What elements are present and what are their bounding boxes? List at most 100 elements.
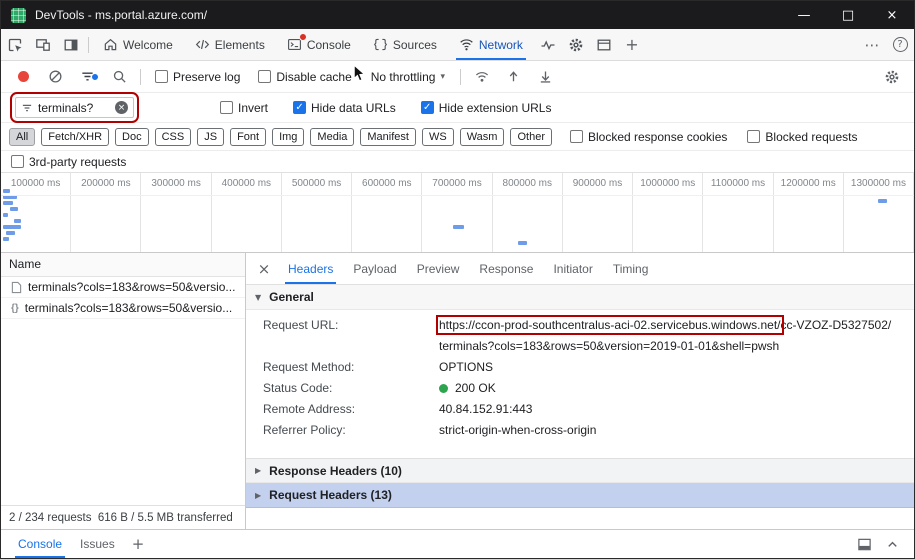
type-chip-manifest[interactable]: Manifest	[360, 127, 416, 146]
type-chip-media[interactable]: Media	[310, 127, 355, 146]
drawer-tab-issues[interactable]: Issues	[71, 530, 124, 558]
name-column-header[interactable]: Name	[1, 253, 245, 277]
help-icon[interactable]: ?	[886, 29, 914, 60]
general-row-value: https://ccon-prod-southcentralus-aci-02.…	[436, 315, 914, 357]
clear-button[interactable]	[41, 69, 69, 84]
home-icon	[103, 37, 118, 52]
timeline-overview[interactable]: 100000 ms 200000 ms 300000 ms 400000 ms 5000…	[1, 173, 914, 253]
record-icon	[17, 71, 29, 82]
tab-sources[interactable]: Sources	[362, 29, 448, 60]
tab-console[interactable]: Console	[276, 29, 362, 60]
export-har-icon[interactable]	[532, 69, 560, 84]
checkbox-icon[interactable]: ✓	[420, 101, 434, 114]
performance-icon[interactable]	[534, 29, 562, 60]
window-title: DevTools - ms.portal.azure.com/	[35, 8, 208, 22]
type-chip-wasm[interactable]: Wasm	[459, 127, 505, 146]
devtools-window: DevTools - ms.portal.azure.com/ — □ × We…	[0, 0, 915, 559]
timeline-bar	[3, 189, 10, 193]
detail-tab-preview[interactable]: Preview	[407, 253, 470, 284]
inspect-icon[interactable]	[1, 29, 29, 60]
close-details-icon[interactable]: ×	[250, 260, 278, 278]
add-drawer-tab-icon[interactable]: +	[124, 530, 153, 558]
general-row: Referrer Policy: strict-origin-when-cross…	[246, 420, 914, 441]
tab-network[interactable]: Network	[448, 29, 534, 60]
type-filter-row: All Fetch/XHR Doc CSS JS Font Img Media Manifest…	[1, 123, 914, 151]
close-button[interactable]: ×	[870, 1, 914, 29]
throttling-select[interactable]: No throttling ▾	[371, 70, 445, 84]
filter-button[interactable]	[73, 69, 101, 84]
detail-tab-initiator[interactable]: Initiator	[543, 253, 602, 284]
blocked-response-cookies-checkbox[interactable]: Blocked response cookies	[569, 130, 727, 144]
blocked-requests-checkbox[interactable]: Blocked requests	[747, 130, 857, 144]
disable-cache-checkbox[interactable]: Disable cache	[258, 70, 352, 84]
checkbox-icon[interactable]	[569, 130, 583, 143]
filter-row: terminals? × Invert ✓ Hide data URLs ✓ H…	[1, 92, 914, 123]
minimize-button[interactable]: —	[782, 1, 826, 29]
add-tab-icon[interactable]: +	[618, 29, 646, 60]
type-chip-img[interactable]: Img	[272, 127, 305, 146]
expand-drawer-icon[interactable]	[878, 537, 906, 552]
type-chip-fetch-xhr[interactable]: Fetch/XHR	[41, 127, 110, 146]
network-settings-gear-icon[interactable]	[878, 69, 906, 85]
more-menu-icon[interactable]: ⋯	[858, 29, 886, 60]
timeline-cell: 800000 ms	[493, 173, 563, 252]
timeline-cell: 400000 ms	[212, 173, 282, 252]
checkbox-icon[interactable]	[258, 70, 272, 83]
hide-data-urls-checkbox[interactable]: ✓ Hide data URLs	[293, 101, 396, 115]
invert-checkbox[interactable]: Invert	[220, 101, 268, 115]
request-headers-section-header[interactable]: ▶ Request Headers (13)	[246, 483, 914, 508]
import-har-icon[interactable]	[500, 69, 528, 84]
filter-input[interactable]: terminals? ×	[10, 92, 139, 123]
preserve-log-checkbox[interactable]: Preserve log	[155, 70, 240, 84]
type-chip-doc[interactable]: Doc	[115, 127, 149, 146]
request-list-filler	[1, 319, 245, 505]
type-chips: All Fetch/XHR Doc CSS JS Font Img Media Manifest…	[9, 127, 552, 146]
filter-badge	[91, 73, 99, 81]
application-panel-icon[interactable]	[590, 29, 618, 60]
timeline-bar	[453, 225, 464, 229]
checkbox-icon[interactable]: ✓	[293, 101, 307, 114]
details-tabbar: × Headers Payload Preview Response Initiator…	[246, 253, 914, 285]
record-button[interactable]	[9, 71, 37, 82]
type-chip-js[interactable]: JS	[197, 127, 225, 146]
timeline-label: 400000 ms	[221, 178, 272, 189]
checkbox-icon[interactable]	[747, 130, 761, 143]
settings-gear-icon[interactable]	[562, 29, 590, 60]
type-chip-css[interactable]: CSS	[154, 127, 192, 146]
checkbox-icon[interactable]	[155, 70, 168, 83]
type-chip-other[interactable]: Other	[510, 127, 552, 146]
tab-welcome[interactable]: Welcome	[92, 29, 184, 60]
detail-tab-response[interactable]: Response	[469, 253, 543, 284]
dock-side-icon[interactable]	[57, 29, 85, 60]
detail-tab-timing[interactable]: Timing	[603, 253, 659, 284]
tab-elements[interactable]: Elements	[184, 29, 276, 60]
general-section-header[interactable]: ▼ General	[246, 285, 914, 310]
request-row[interactable]: terminals?cols=183&rows=50&versio...	[1, 277, 245, 298]
general-row-value: 200 OK	[439, 378, 914, 399]
hide-extension-urls-checkbox[interactable]: ✓ Hide extension URLs	[420, 101, 551, 115]
general-row-value: strict-origin-when-cross-origin	[439, 420, 914, 441]
timeline-bar	[3, 225, 21, 229]
network-conditions-icon[interactable]	[468, 69, 496, 84]
response-headers-section-header[interactable]: ▶ Response Headers (10)	[246, 458, 914, 483]
detail-tab-payload[interactable]: Payload	[343, 253, 406, 284]
search-button[interactable]	[105, 69, 133, 84]
detail-tab-headers[interactable]: Headers	[278, 253, 343, 284]
type-chip-ws[interactable]: WS	[421, 127, 454, 146]
clear-filter-icon[interactable]: ×	[115, 101, 128, 114]
preserve-log-label: Preserve log	[173, 69, 241, 84]
json-icon: {}	[11, 302, 19, 314]
timeline-cell: 100000 ms	[1, 173, 72, 252]
device-toolbar-icon[interactable]	[29, 29, 57, 60]
maximize-button[interactable]: □	[826, 1, 870, 29]
timeline-bar	[3, 195, 17, 199]
type-chip-font[interactable]: Font	[230, 127, 267, 146]
third-party-checkbox[interactable]: 3rd-party requests	[11, 155, 126, 169]
checkbox-icon[interactable]	[11, 155, 24, 168]
filter-icon	[22, 104, 32, 111]
request-row[interactable]: {} terminals?cols=183&rows=50&versio...	[1, 298, 245, 319]
type-chip-all[interactable]: All	[9, 127, 36, 146]
checkbox-icon[interactable]	[220, 101, 233, 114]
drawer-tab-console[interactable]: Console	[9, 530, 71, 558]
dock-bottom-icon[interactable]	[850, 537, 878, 552]
